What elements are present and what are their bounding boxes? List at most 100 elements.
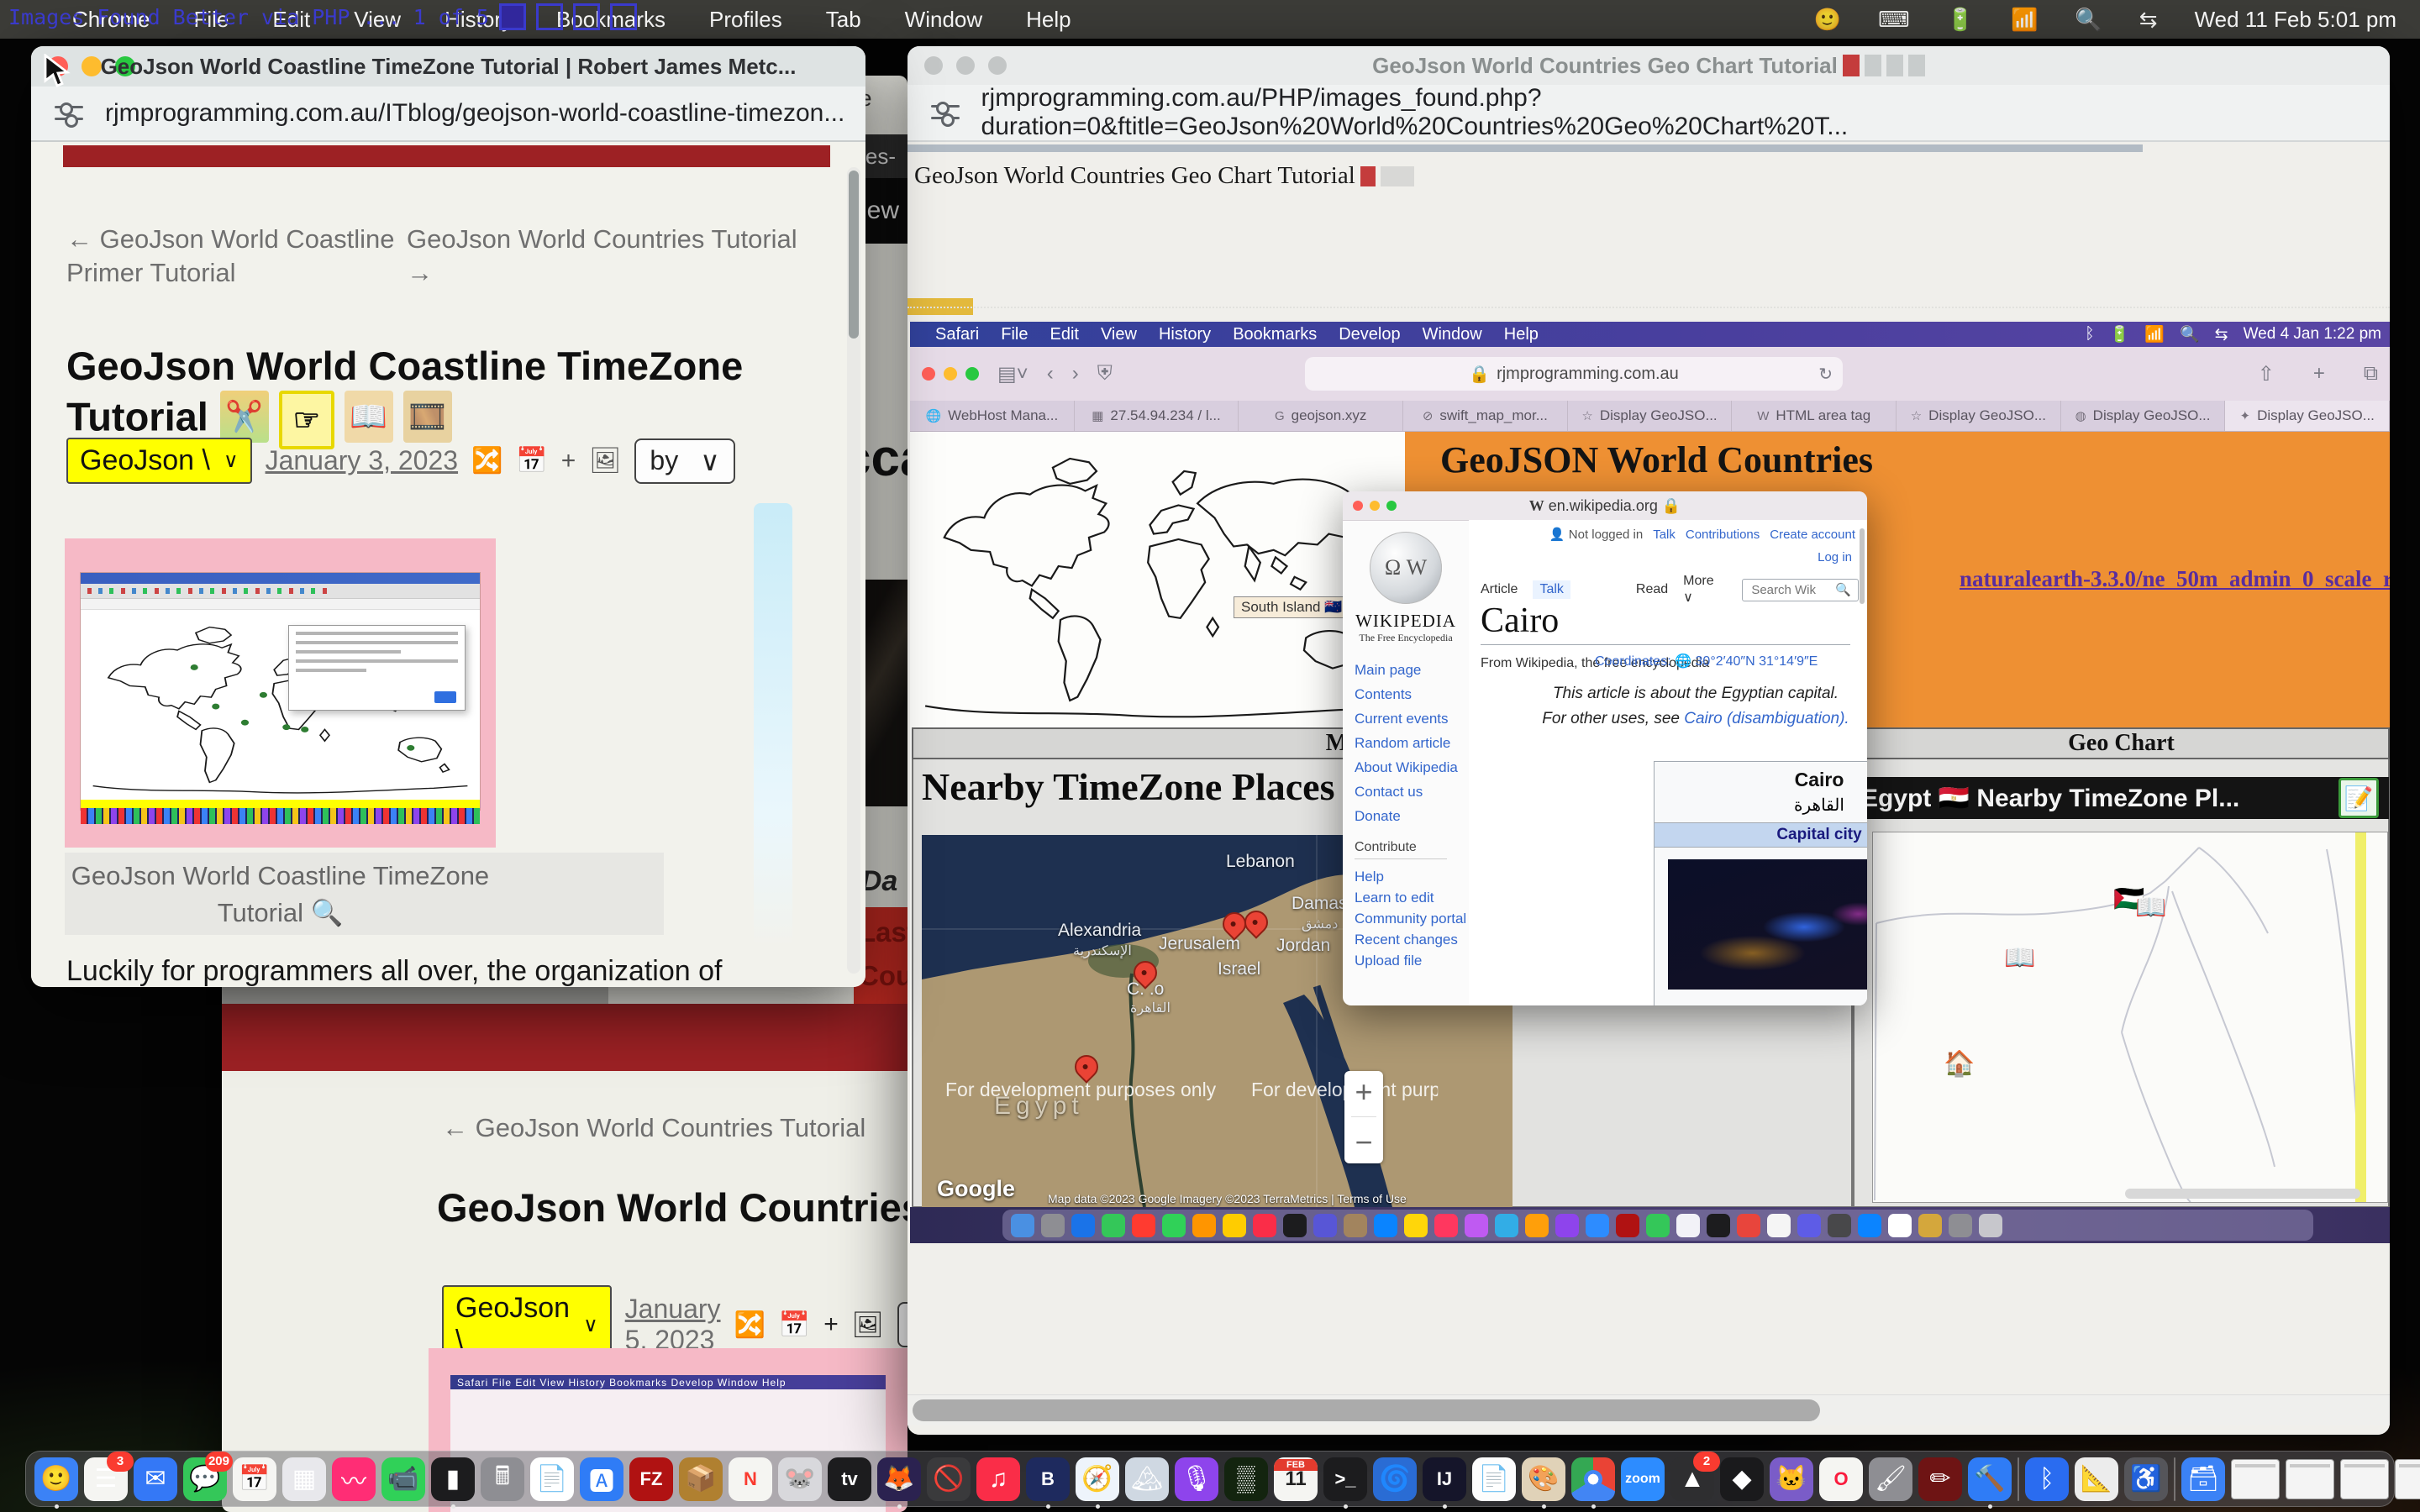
vertical-scrollbar[interactable] [847, 167, 860, 974]
dock-icon[interactable]: ☰ 3 [84, 1457, 128, 1501]
menu-clock[interactable]: Wed 11 Feb 5:01 pm [2195, 7, 2396, 33]
dock-icon[interactable]: ᛒ [2025, 1457, 2069, 1501]
dock-icon[interactable]: tv [828, 1457, 871, 1501]
left-url-bar[interactable]: rjmprogramming.com.au/ITblog/geojson-wor… [31, 87, 865, 142]
dock-icon[interactable]: 🦊 [877, 1457, 921, 1501]
tab-overview-icon: ⧉ [2364, 362, 2378, 386]
control-center-icon[interactable]: ⇆ [2139, 7, 2158, 33]
dock-icon[interactable]: 📄 [1472, 1457, 1516, 1501]
dock-icon[interactable]: 🚫 [927, 1457, 971, 1501]
dock-icon[interactable]: 🐭 [778, 1457, 822, 1501]
dock-icon[interactable]: 📹 [381, 1457, 425, 1501]
dock-icon[interactable]: FZ [629, 1457, 673, 1501]
menu-item: Help [1504, 325, 1539, 344]
dock-icon[interactable]: 🖩 [481, 1457, 524, 1501]
scrollbar-thumb[interactable] [849, 171, 859, 339]
dock-icon[interactable]: >_ [1323, 1457, 1367, 1501]
battery-icon[interactable]: 🔋 [1947, 7, 1974, 33]
wifi-icon[interactable]: 📶 [2011, 7, 2038, 33]
thumb-menubar [81, 573, 480, 584]
film-icon[interactable]: 🎞️ [403, 391, 452, 443]
dock-icon[interactable] [2286, 1459, 2334, 1499]
url-text[interactable]: rjmprogramming.com.au/PHP/images_found.p… [981, 84, 2390, 141]
by-select[interactable]: by∨ [634, 438, 734, 484]
notification-badge: 2 [1693, 1452, 1720, 1472]
dock-icon[interactable] [2395, 1459, 2420, 1499]
shuffle-icon[interactable]: 🔀 [471, 446, 502, 475]
dock-icon[interactable]: 🅰 [580, 1457, 623, 1501]
scissors-runner-icon[interactable]: ✂️ [220, 391, 269, 443]
blog-post-heading: GeoJson World Countries G [437, 1184, 908, 1231]
menu-item[interactable]: Tab [826, 7, 861, 33]
dock-icon[interactable]: ▲ 2 [1670, 1457, 1714, 1501]
category-select[interactable]: GeoJson \∨ [66, 438, 252, 484]
map-label: Alexandria [1058, 921, 1141, 941]
dock-icon[interactable] [2231, 1459, 2280, 1499]
tune-icon[interactable] [931, 100, 960, 125]
dock-icon[interactable]: 🙂 [34, 1457, 78, 1501]
dock-icon[interactable] [1571, 1457, 1615, 1501]
post-thumbnail-image[interactable] [65, 538, 496, 848]
dock-icon[interactable]: 🎙 [1175, 1457, 1218, 1501]
dock-icon[interactable]: ♿ [2124, 1457, 2168, 1501]
dock-icon[interactable]: B [1026, 1457, 1070, 1501]
caption-block: GeoJson World Coastline TimeZone Tutoria… [65, 853, 664, 935]
right-url-bar[interactable]: rjmprogramming.com.au/PHP/images_found.p… [908, 85, 2390, 142]
wiki-contribute-links: HelpLearn to editCommunity portalRecent … [1355, 866, 1469, 971]
dock-icon[interactable]: 🗃 [2181, 1457, 2225, 1501]
scrollbar-thumb[interactable] [913, 1399, 1820, 1421]
dock-icon[interactable]: ▒ [1224, 1457, 1268, 1501]
book-icon[interactable]: 📖 [345, 391, 393, 443]
thumb-tabbar [81, 584, 480, 599]
dock-icon[interactable]: zoom [1621, 1457, 1665, 1501]
horizontal-scrollbar[interactable] [908, 1394, 2390, 1425]
menu-item[interactable]: Help [1026, 7, 1071, 33]
next-post-link[interactable]: GeoJson World Countries Tutorial → [407, 223, 806, 290]
dock-icon[interactable]: ▮ [431, 1457, 475, 1501]
dock-icon[interactable]: 11 [1274, 1457, 1318, 1501]
dock-icon[interactable]: IJ [1423, 1457, 1466, 1501]
dock-icon[interactable]: 〰 [332, 1457, 376, 1501]
screenshot-dock-icon [1828, 1214, 1851, 1237]
dock-icon[interactable]: 🔨 [1968, 1457, 2012, 1501]
dock-icon[interactable]: ▦ [282, 1457, 326, 1501]
dock-icon[interactable]: 📦 [679, 1457, 723, 1501]
dock-icon[interactable]: 📄 [530, 1457, 574, 1501]
calendar-icon[interactable]: 📅 [516, 446, 547, 475]
dock-icon[interactable]: 📐 [2075, 1457, 2118, 1501]
spotlight-icon[interactable]: 🔍 [2075, 7, 2102, 33]
magnifier-icon[interactable]: 🔍 [311, 898, 344, 927]
dock-icon[interactable]: 💬 209 [183, 1457, 227, 1501]
dock-icon[interactable]: 🐱 [1770, 1457, 1813, 1501]
window-title: GeoJson World Coastline TimeZone Tutoria… [31, 54, 865, 80]
prev-post-link[interactable]: ← GeoJson World Coastline Primer Tutoria… [66, 223, 407, 290]
dock-icon[interactable]: ◆ [1720, 1457, 1764, 1501]
dock-icon[interactable]: 📅 [233, 1457, 276, 1501]
dock-icon[interactable]: 🎨 [1522, 1457, 1565, 1501]
dock-icon[interactable]: ♫ [976, 1457, 1020, 1501]
post-date-link[interactable]: January 3, 2023 [266, 445, 459, 476]
images-found-browser-window: GeoJson World Countries Geo Chart Tutori… [908, 46, 2390, 1435]
dock-icon[interactable] [2018, 1457, 2019, 1501]
dock-icon[interactable]: O [1819, 1457, 1863, 1501]
zoom-in-button: + [1355, 1074, 1372, 1110]
dock-icon[interactable]: 🌀 [1373, 1457, 1417, 1501]
menu-item[interactable]: Window [905, 7, 982, 33]
dock-icon[interactable]: ✏ [1918, 1457, 1962, 1501]
dock-icon[interactable]: ✉ [134, 1457, 177, 1501]
plus-icon[interactable]: + [561, 447, 576, 475]
dock-icon[interactable]: 🧭 [1076, 1457, 1119, 1501]
dock-icon[interactable]: 🏔 [1125, 1457, 1169, 1501]
dock-icon[interactable] [2340, 1459, 2389, 1499]
dock-icon[interactable] [2174, 1457, 2175, 1501]
app-status-icon[interactable]: 🙂 [1814, 7, 1841, 33]
menu-item: Window [1423, 325, 1482, 344]
dock-icon[interactable]: N [729, 1457, 772, 1501]
keyboard-icon[interactable]: ⌨ [1878, 7, 1910, 33]
media-icon[interactable]: 🖼 [589, 446, 621, 475]
url-text[interactable]: rjmprogramming.com.au/ITblog/geojson-wor… [105, 99, 844, 128]
tune-icon[interactable] [55, 101, 83, 126]
menu-item[interactable]: Profiles [709, 7, 782, 33]
dock-icon[interactable]: 🖌 [1869, 1457, 1912, 1501]
screenshot-page-body: South Island 🇳🇿 GeoJSON World Countries … [910, 432, 2390, 1208]
